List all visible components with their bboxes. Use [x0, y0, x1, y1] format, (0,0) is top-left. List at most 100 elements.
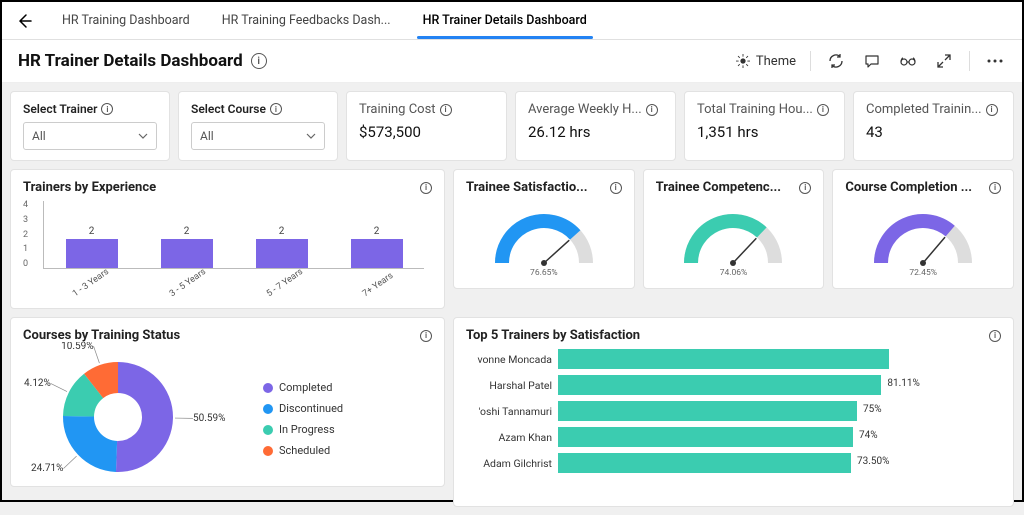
info-icon[interactable]: i: [440, 104, 452, 116]
donut-legend: Completed Discontinued In Progress Schedule…: [263, 381, 343, 457]
legend-swatch: [263, 446, 273, 456]
info-icon[interactable]: i: [646, 104, 658, 116]
hbar-fill: [558, 427, 853, 447]
hbar-row: 'oshi Tannamuri 75%: [466, 401, 1001, 421]
theme-label: Theme: [756, 54, 796, 69]
gauge-plot[interactable]: 74.06%: [656, 201, 812, 278]
metric-training-cost: Training Costi $573,500: [346, 91, 507, 161]
glasses-button[interactable]: [897, 50, 919, 72]
svg-text:50.59%: 50.59%: [193, 413, 225, 424]
fullscreen-button[interactable]: [933, 50, 955, 72]
gauge-trainee-satisfaction: Trainee Satisfactio... i 76.65%: [453, 169, 635, 289]
toolbar-divider: [969, 51, 970, 71]
gauge-plot[interactable]: 76.65%: [466, 201, 622, 278]
legend-label: Completed: [279, 381, 332, 394]
chart-title: Courses by Training Status: [23, 328, 180, 343]
metric-avg-weekly: Average Weekly H... i 26.12 hrs: [515, 91, 676, 161]
chat-bubble-icon: [864, 53, 880, 69]
hbar-label: Adam Gilchrist: [466, 457, 552, 470]
back-button[interactable]: [10, 7, 38, 35]
tab-hr-feedbacks[interactable]: HR Training Feedbacks Dash...: [206, 2, 407, 39]
legend-item[interactable]: In Progress: [263, 423, 343, 436]
hbar-label: 'oshi Tannamuri: [466, 405, 552, 418]
hbar-fill: [558, 401, 857, 421]
sparkle-icon: [736, 54, 750, 68]
metric-value: 43: [866, 123, 1001, 141]
info-icon[interactable]: i: [251, 53, 267, 69]
page-title: HR Trainer Details Dashboard: [18, 51, 243, 71]
metric-completed-trainings: Completed Trainin...i 43: [853, 91, 1014, 161]
info-icon[interactable]: i: [989, 330, 1001, 342]
legend-item[interactable]: Completed: [263, 381, 343, 394]
gauge-value-label: 74.06%: [720, 268, 748, 278]
bar-chart-plot[interactable]: 4321022221 - 3 Years3 - 5 Years5 - 7 Yea…: [23, 201, 432, 289]
filter-course-select[interactable]: All: [191, 122, 325, 150]
filter-course-label: Select Course i: [191, 102, 325, 116]
chart-trainers-by-experience: Trainers by Experiencei 4321022221 - 3 Y…: [10, 169, 445, 309]
info-icon[interactable]: i: [817, 104, 829, 116]
toolbar: Theme: [736, 50, 1006, 72]
legend-label: Discontinued: [279, 402, 343, 415]
metric-label: Average Weekly H...: [528, 102, 642, 117]
info-icon[interactable]: i: [420, 182, 432, 194]
svg-text:10.59%: 10.59%: [61, 342, 93, 352]
tab-label: HR Training Feedbacks Dash...: [222, 13, 391, 28]
ellipsis-icon: [987, 59, 1003, 63]
chevron-down-icon: [306, 133, 316, 139]
metric-total-hours: Total Training Hou... i 1,351 hrs: [684, 91, 845, 161]
hbar-row: Harshal Patel81.11%: [466, 375, 1001, 395]
info-icon[interactable]: i: [986, 104, 998, 116]
hbar-value-label: 75%: [863, 404, 882, 415]
filter-trainer-label: Select Trainer i: [23, 102, 157, 116]
filter-trainer-select[interactable]: All: [23, 122, 157, 150]
more-button[interactable]: [984, 50, 1006, 72]
gauge-title: Course Completion ...: [845, 180, 972, 195]
hbar-value-label: 73.50%: [857, 456, 889, 467]
legend-swatch: [263, 404, 273, 414]
legend-item[interactable]: Discontinued: [263, 402, 343, 415]
legend-item[interactable]: Scheduled: [263, 444, 343, 457]
title-bar: HR Trainer Details Dashboard i Theme: [2, 40, 1022, 83]
info-icon[interactable]: i: [799, 182, 811, 194]
tab-hr-trainer-details[interactable]: HR Trainer Details Dashboard: [407, 2, 603, 39]
gauge-value-label: 72.45%: [909, 268, 937, 278]
legend-label: Scheduled: [279, 444, 330, 457]
hbar-fill: [558, 453, 851, 473]
info-icon[interactable]: i: [101, 103, 113, 115]
select-value: All: [200, 129, 214, 143]
metrics-row: Select Trainer i All Select Course i All T…: [2, 83, 1022, 169]
chart-top5-trainers: Top 5 Trainers by Satisfactioni vonne Mo…: [453, 317, 1014, 507]
info-icon[interactable]: i: [270, 103, 282, 115]
label-text: Select Course: [191, 102, 266, 116]
donut-plot[interactable]: 50.59%24.71%14.12%10.59%: [23, 342, 253, 487]
gauge-trainee-competence: Trainee Competenc... i 74.06%: [643, 169, 825, 289]
hbar-label: Azam Khan: [466, 431, 552, 444]
metric-value: $573,500: [359, 123, 494, 141]
info-icon[interactable]: i: [989, 182, 1001, 194]
tab-hr-training[interactable]: HR Training Dashboard: [46, 2, 206, 39]
arrow-left-icon: [16, 13, 32, 29]
hbar-value-label: 81.11%: [887, 378, 919, 389]
hbar-row: vonne Moncada: [466, 349, 1001, 369]
legend-label: In Progress: [279, 423, 335, 436]
gauge-title: Trainee Competenc...: [656, 180, 781, 195]
gauge-title: Trainee Satisfactio...: [466, 180, 587, 195]
refresh-icon: [828, 53, 844, 69]
hbar-plot[interactable]: vonne Moncada Harshal Patel81.11% 'oshi Ta…: [466, 349, 1001, 473]
info-icon[interactable]: i: [610, 182, 622, 194]
gauge-course-completion: Course Completion ... i 72.45%: [832, 169, 1014, 289]
label-text: Select Trainer: [23, 102, 97, 116]
hbar-fill: [558, 375, 881, 395]
legend-swatch: [263, 383, 273, 393]
comment-button[interactable]: [861, 50, 883, 72]
theme-button[interactable]: Theme: [736, 54, 796, 69]
metric-value: 26.12 hrs: [528, 123, 663, 141]
gauge-plot[interactable]: 72.45%: [845, 201, 1001, 278]
metric-label: Total Training Hou...: [697, 102, 813, 117]
glasses-icon: [899, 54, 917, 68]
hbar-row: Adam Gilchrist 73.50%: [466, 453, 1001, 473]
info-icon[interactable]: i: [420, 330, 432, 342]
metric-value: 1,351 hrs: [697, 123, 832, 141]
gauge-value-label: 76.65%: [530, 268, 558, 278]
refresh-button[interactable]: [825, 50, 847, 72]
